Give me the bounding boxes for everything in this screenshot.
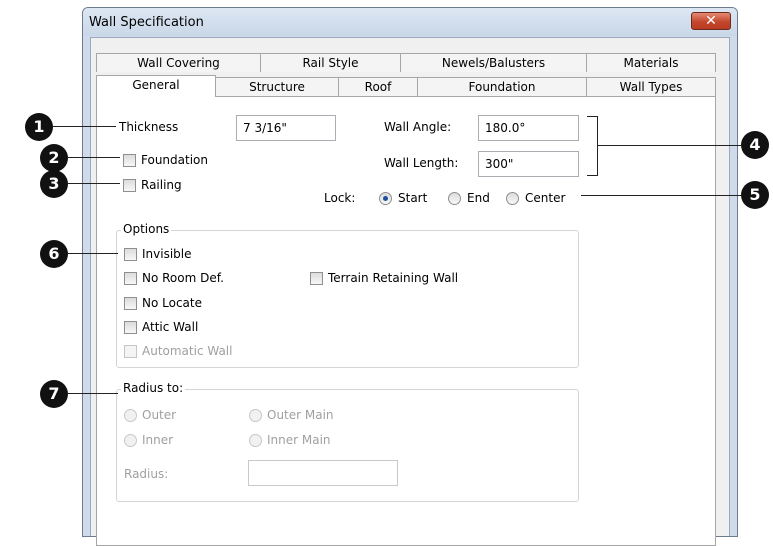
foundation-label: Foundation: [141, 153, 208, 167]
thickness-input[interactable]: 7 3/16": [236, 115, 336, 141]
close-button[interactable]: ✕: [691, 12, 731, 30]
inner-main-label: Inner Main: [267, 433, 331, 447]
no-room-def-label: No Room Def.: [142, 271, 224, 285]
callout-2: 2: [40, 144, 68, 172]
general-tab-panel: Thickness 7 3/16" Wall Angle: 180.0° Wal…: [96, 96, 716, 546]
lock-center-radio[interactable]: [506, 192, 519, 205]
lock-center-label: Center: [525, 191, 566, 205]
callout-2-line: [68, 157, 120, 158]
outer-main-radio[interactable]: [249, 409, 262, 422]
automatic-wall-checkbox[interactable]: [124, 345, 137, 358]
close-icon: ✕: [705, 13, 717, 29]
attic-wall-checkbox[interactable]: [124, 321, 137, 334]
options-legend: Options: [121, 222, 172, 236]
tab-foundation[interactable]: Foundation: [417, 77, 587, 96]
inner-label: Inner: [142, 433, 174, 447]
callout-5: 5: [741, 181, 769, 209]
outer-radio[interactable]: [124, 409, 137, 422]
wall-angle-label: Wall Angle:: [384, 120, 452, 134]
callout-4-bracket: [597, 116, 598, 176]
outer-label: Outer: [142, 408, 177, 422]
tab-materials[interactable]: Materials: [586, 53, 716, 72]
automatic-wall-label: Automatic Wall: [142, 344, 233, 358]
terrain-retaining-wall-checkbox[interactable]: [310, 272, 323, 285]
tab-roof[interactable]: Roof: [338, 77, 418, 96]
callout-6: 6: [40, 240, 68, 268]
callout-1-line: [53, 126, 116, 127]
callout-7-line: [68, 393, 118, 394]
callout-7: 7: [40, 380, 68, 408]
tab-structure[interactable]: Structure: [215, 77, 339, 96]
title-bar: Wall Specification ✕: [83, 8, 737, 36]
tab-newels-balusters[interactable]: Newels/Balusters: [400, 53, 587, 72]
lock-start-label: Start: [398, 191, 428, 205]
wall-length-input[interactable]: 300": [478, 151, 579, 177]
railing-checkbox[interactable]: [123, 179, 136, 192]
callout-4-line: [597, 145, 741, 146]
callout-4-bracket-top: [587, 116, 598, 117]
no-room-def-checkbox[interactable]: [124, 272, 137, 285]
wall-length-label: Wall Length:: [384, 156, 459, 170]
no-locate-label: No Locate: [142, 296, 202, 310]
radius-legend: Radius to:: [121, 381, 186, 395]
invisible-label: Invisible: [142, 247, 192, 261]
attic-wall-label: Attic Wall: [142, 320, 199, 334]
lock-end-radio[interactable]: [448, 192, 461, 205]
foundation-checkbox[interactable]: [123, 154, 136, 167]
outer-main-label: Outer Main: [267, 408, 334, 422]
callout-6-line: [68, 253, 118, 254]
tab-wall-covering[interactable]: Wall Covering: [96, 53, 261, 72]
tab-rail-style[interactable]: Rail Style: [260, 53, 401, 72]
tab-general[interactable]: General: [96, 75, 216, 97]
lock-label: Lock:: [324, 191, 356, 205]
callout-1: 1: [25, 113, 53, 141]
lock-start-radio[interactable]: [379, 192, 392, 205]
callout-4: 4: [741, 131, 769, 159]
wall-specification-dialog: Wall Specification ✕ Wall Covering Rail …: [82, 7, 738, 546]
wall-angle-input[interactable]: 180.0°: [478, 115, 579, 141]
callout-4-bracket-bottom: [587, 175, 598, 176]
tab-wall-types[interactable]: Wall Types: [586, 77, 716, 96]
thickness-label: Thickness: [119, 120, 179, 134]
radius-label: Radius:: [124, 467, 169, 481]
callout-3-line: [68, 183, 120, 184]
callout-3: 3: [40, 170, 68, 198]
railing-label: Railing: [141, 178, 182, 192]
inner-main-radio[interactable]: [249, 434, 262, 447]
invisible-checkbox[interactable]: [124, 248, 137, 261]
radius-input[interactable]: [248, 460, 398, 486]
callout-5-line: [581, 195, 741, 196]
dialog-title: Wall Specification: [89, 15, 204, 30]
terrain-retaining-wall-label: Terrain Retaining Wall: [328, 271, 459, 285]
lock-end-label: End: [467, 191, 490, 205]
no-locate-checkbox[interactable]: [124, 297, 137, 310]
inner-radio[interactable]: [124, 434, 137, 447]
